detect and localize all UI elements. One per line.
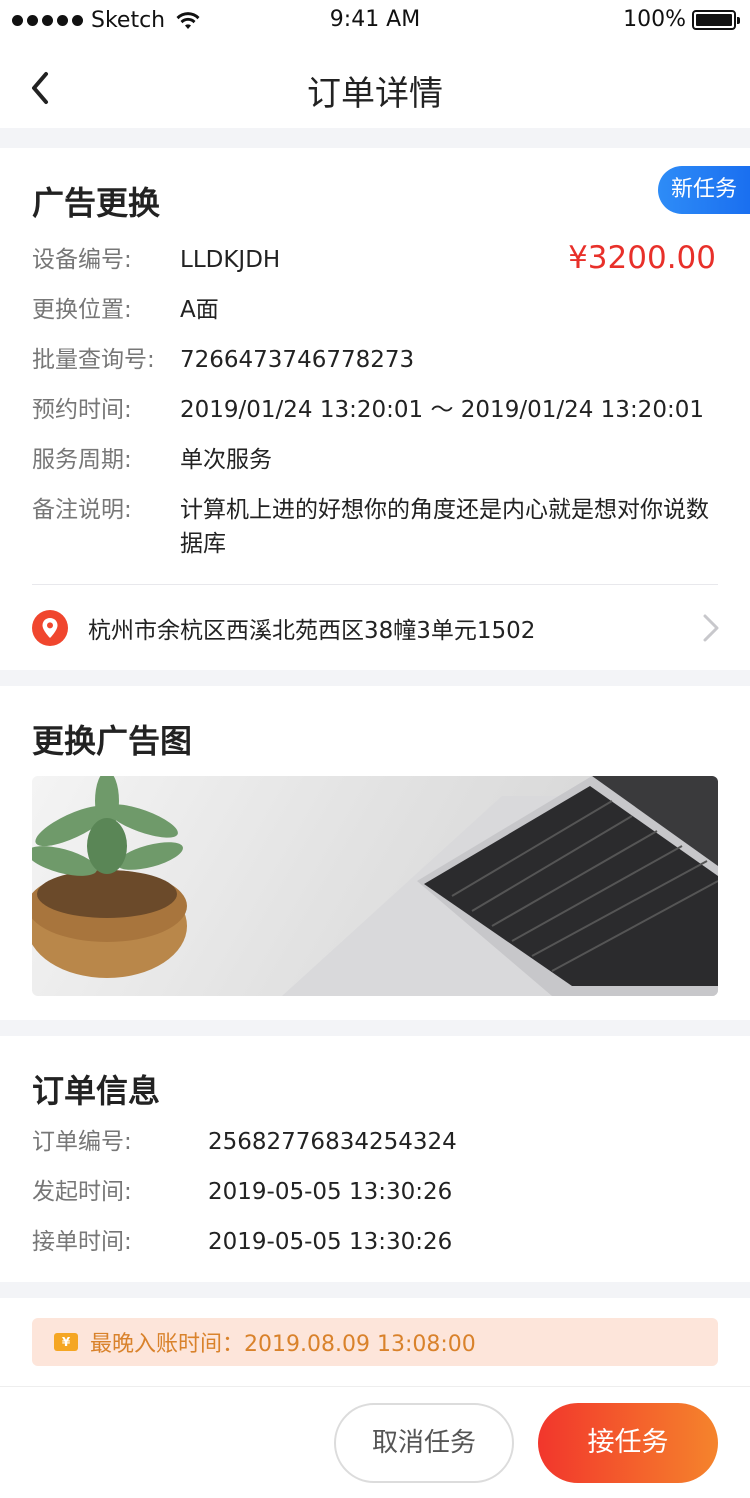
action-bar: 取消任务 接任务 bbox=[0, 1386, 750, 1498]
appointment-time-row: 预约时间: 2019/01/24 13:20:01 ～ 2019/01/24 1… bbox=[32, 393, 704, 427]
replace-position-label: 更换位置: bbox=[32, 297, 132, 323]
service-cycle-value: 单次服务 bbox=[180, 447, 272, 473]
remark-row: 备注说明: 计算机上进的好想你的角度还是内心就是想对你说数据库 bbox=[32, 493, 718, 561]
remark-value: 计算机上进的好想你的角度还是内心就是想对你说数据库 bbox=[180, 497, 709, 557]
initiated-time-row: 发起时间: 2019-05-05 13:30:26 bbox=[32, 1175, 452, 1209]
accepted-time-value: 2019-05-05 13:30:26 bbox=[208, 1229, 453, 1255]
battery-icon bbox=[692, 9, 740, 30]
deadline-text: 最晚入账时间：2019.08.09 13:08:00 bbox=[90, 1332, 476, 1357]
replace-position-value: A面 bbox=[180, 297, 219, 323]
device-number-row: 设备编号: LLDKJDH bbox=[32, 243, 280, 277]
section-title-ad-image: 更换广告图 bbox=[32, 722, 193, 760]
accepted-time-label: 接单时间: bbox=[32, 1229, 132, 1255]
section-title-ad-replacement: 广告更换 bbox=[32, 184, 161, 222]
status-bar: Sketch 9:41 AM 100% bbox=[0, 0, 750, 40]
ticket-icon: ¥ bbox=[54, 1333, 78, 1351]
page-title: 订单详情 bbox=[307, 74, 443, 114]
nav-bar: 订单详情 bbox=[0, 40, 750, 128]
chevron-right-icon bbox=[703, 614, 719, 642]
deadline-notice-section: ¥ 最晚入账时间：2019.08.09 13:08:00 bbox=[0, 1298, 750, 1386]
order-number-value: 25682776834254324 bbox=[208, 1129, 457, 1155]
initiated-time-value: 2019-05-05 13:30:26 bbox=[208, 1179, 453, 1205]
accepted-time-row: 接单时间: 2019-05-05 13:30:26 bbox=[32, 1225, 452, 1259]
ad-image[interactable] bbox=[32, 776, 718, 996]
device-number-value: LLDKJDH bbox=[180, 247, 281, 273]
order-number-row: 订单编号: 25682776834254324 bbox=[32, 1125, 457, 1159]
order-info-card: 订单信息 订单编号: 25682776834254324 发起时间: 2019-… bbox=[0, 1036, 750, 1282]
device-number-label: 设备编号: bbox=[32, 247, 132, 273]
initiated-time-label: 发起时间: bbox=[32, 1179, 132, 1205]
order-number-label: 订单编号: bbox=[32, 1129, 132, 1155]
batch-query-row: 批量查询号: 7266473746778273 bbox=[32, 343, 414, 377]
ad-image-card: 更换广告图 bbox=[0, 686, 750, 1020]
batch-query-value: 7266473746778273 bbox=[180, 347, 415, 373]
accept-task-button[interactable]: 接任务 bbox=[538, 1403, 718, 1483]
cancel-task-button[interactable]: 取消任务 bbox=[334, 1403, 514, 1483]
address-row[interactable]: 杭州市余杭区西溪北苑西区38幢3单元1502 bbox=[32, 606, 722, 650]
service-cycle-label: 服务周期: bbox=[32, 447, 132, 473]
deadline-notice: ¥ 最晚入账时间：2019.08.09 13:08:00 bbox=[32, 1318, 718, 1366]
new-task-badge: 新任务 bbox=[658, 166, 750, 214]
divider bbox=[32, 584, 718, 585]
appointment-time-value: 2019/01/24 13:20:01 ～ 2019/01/24 13:20:0… bbox=[180, 397, 704, 423]
appointment-time-label: 预约时间: bbox=[32, 397, 132, 423]
laptop-plant-photo bbox=[32, 776, 718, 996]
replace-position-row: 更换位置: A面 bbox=[32, 293, 219, 327]
service-cycle-row: 服务周期: 单次服务 bbox=[32, 443, 272, 477]
battery-info: 100% bbox=[623, 7, 740, 32]
address-text: 杭州市余杭区西溪北苑西区38幢3单元1502 bbox=[88, 618, 536, 644]
section-title-order-info: 订单信息 bbox=[32, 1072, 161, 1110]
task-price: ¥3200.00 bbox=[568, 240, 716, 276]
remark-label: 备注说明: bbox=[32, 497, 132, 523]
batch-query-label: 批量查询号: bbox=[32, 347, 155, 373]
ad-replacement-card: 广告更换 新任务 ¥3200.00 设备编号: LLDKJDH 更换位置: A面… bbox=[0, 148, 750, 670]
location-pin-icon bbox=[32, 610, 68, 646]
battery-percent: 100% bbox=[623, 7, 686, 32]
